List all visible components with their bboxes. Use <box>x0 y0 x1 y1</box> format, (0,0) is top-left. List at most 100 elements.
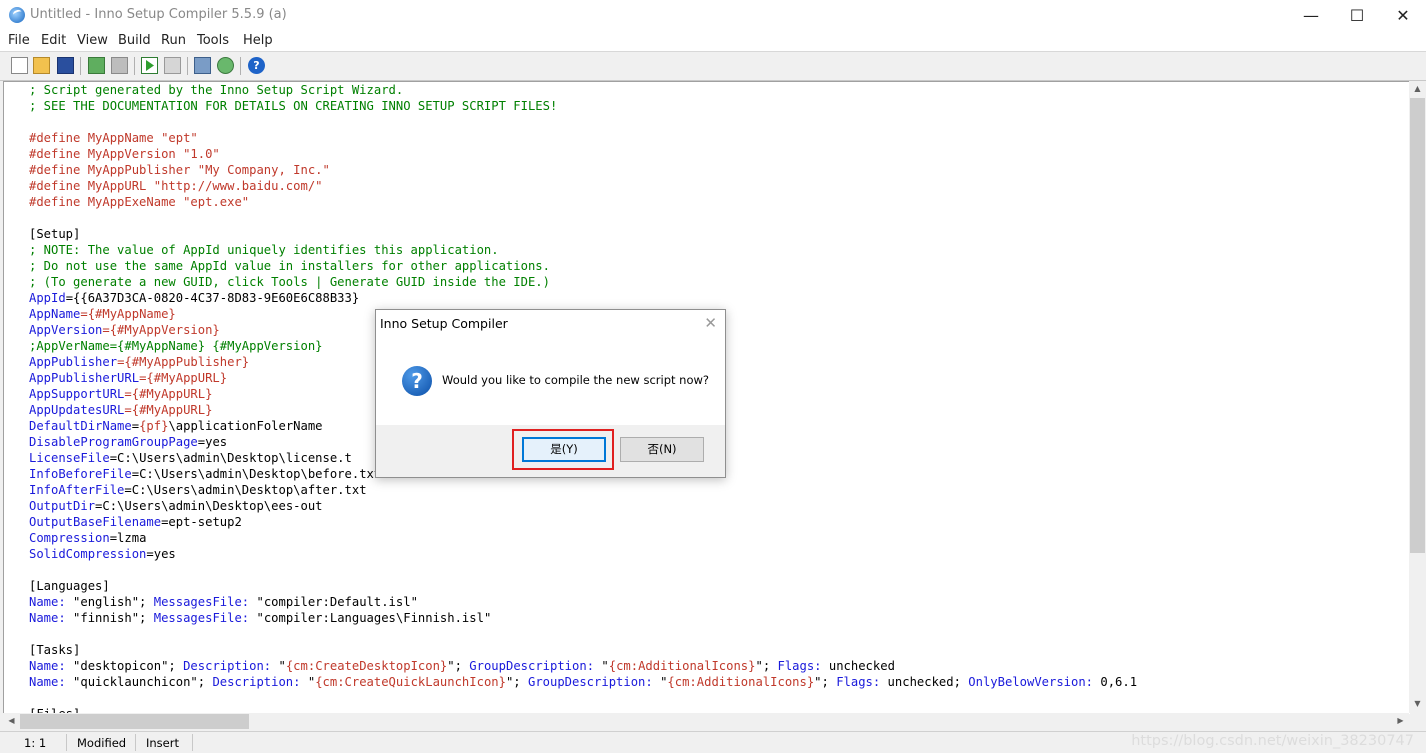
code-token: =C:\Users\admin\Desktop\after.txt <box>124 483 367 497</box>
target-icon[interactable] <box>194 57 211 74</box>
code-token: "finnish"; <box>65 611 154 625</box>
code-token: ; SEE THE DOCUMENTATION FOR DETAILS ON C… <box>29 99 558 113</box>
code-token: [Languages] <box>29 579 110 593</box>
code-token: AppId <box>29 291 66 305</box>
code-line: AppVersion={#MyAppVersion} <box>29 322 220 338</box>
code-token: ;AppVerName={#MyAppName} {#MyAppVersion} <box>29 339 323 353</box>
scroll-up-icon[interactable]: ▲ <box>1409 84 1426 93</box>
code-line: AppUpdatesURL={#MyAppURL} <box>29 402 212 418</box>
code-token: #define MyAppName "ept" <box>29 131 198 145</box>
menu-edit[interactable]: Edit <box>41 33 66 48</box>
status-separator <box>192 734 193 751</box>
code-token: =lzma <box>109 531 147 545</box>
vertical-scrollbar[interactable]: ▲ ▼ <box>1409 81 1426 713</box>
new-file-icon[interactable] <box>11 57 28 74</box>
title-bar: Untitled - Inno Setup Compiler 5.5.9 (a)… <box>0 0 1426 31</box>
code-token: \applicationFolerName <box>168 419 323 433</box>
close-button[interactable]: ✕ <box>1380 0 1426 31</box>
menu-bar: File Edit View Build Run Tools Help <box>0 31 1426 52</box>
code-token: ={#MyAppVersion} <box>102 323 220 337</box>
maximize-button[interactable]: ☐ <box>1334 0 1380 31</box>
code-token: Description: <box>183 659 272 673</box>
code-line: LicenseFile=C:\Users\admin\Desktop\licen… <box>29 450 352 466</box>
code-token: [Tasks] <box>29 643 81 657</box>
code-token: OutputBaseFilename <box>29 515 162 529</box>
minimize-button[interactable]: — <box>1288 0 1334 31</box>
code-token: = <box>131 419 140 433</box>
toolbar-separator <box>80 57 81 75</box>
toolbar-separator <box>187 57 188 75</box>
code-token: Name: <box>29 595 66 609</box>
status-modified: Modified <box>77 736 127 750</box>
pause-icon[interactable] <box>164 57 181 74</box>
scroll-left-icon[interactable]: ◀ <box>3 716 20 725</box>
toolbar: ? <box>0 52 1426 81</box>
code-line: #define MyAppPublisher "My Company, Inc.… <box>29 162 330 178</box>
code-line: #define MyAppURL "http://www.baidu.com/" <box>29 178 323 194</box>
scroll-right-icon[interactable]: ▶ <box>1392 716 1409 725</box>
compile-icon[interactable] <box>88 57 105 74</box>
code-token: {cm:AdditionalIcons} <box>667 675 815 689</box>
code-token: #define MyAppVersion "1.0" <box>29 147 220 161</box>
code-token: ={#MyAppName} <box>80 307 176 321</box>
code-token: Name: <box>29 659 66 673</box>
code-line: SolidCompression=yes <box>29 546 176 562</box>
menu-view[interactable]: View <box>77 33 108 48</box>
code-line: ;AppVerName={#MyAppName} {#MyAppVersion} <box>29 338 323 354</box>
menu-run[interactable]: Run <box>161 33 186 48</box>
code-line: [Setup] <box>29 226 80 242</box>
code-token: OnlyBelowVersion: <box>968 675 1094 689</box>
code-token: ; Script generated by the Inno Setup Scr… <box>29 83 404 97</box>
code-line: ; NOTE: The value of AppId uniquely iden… <box>29 242 499 258</box>
menu-help[interactable]: Help <box>243 33 273 48</box>
dialog-message: Would you like to compile the new script… <box>442 373 709 387</box>
vertical-scroll-thumb[interactable] <box>1410 98 1425 553</box>
save-icon[interactable] <box>57 57 74 74</box>
menu-build[interactable]: Build <box>118 33 151 48</box>
open-folder-icon[interactable] <box>33 57 50 74</box>
code-token: ={#MyAppPublisher} <box>117 355 250 369</box>
code-line: ; (To generate a new GUID, click Tools |… <box>29 274 550 290</box>
code-token: unchecked; <box>880 675 969 689</box>
code-token: Description: <box>212 675 301 689</box>
code-token: InfoAfterFile <box>29 483 125 497</box>
code-token: GroupDescription: <box>527 675 653 689</box>
code-token: OutputDir <box>29 499 96 513</box>
menu-tools[interactable]: Tools <box>197 33 229 48</box>
stop-compile-icon[interactable] <box>111 57 128 74</box>
compile-confirm-dialog: Inno Setup Compiler ✕ ? Would you like t… <box>375 309 726 478</box>
dialog-close-button[interactable]: ✕ <box>704 314 717 332</box>
horizontal-scroll-thumb[interactable] <box>20 714 249 729</box>
refresh-icon[interactable] <box>217 57 234 74</box>
code-token: "; <box>814 675 837 689</box>
scroll-down-icon[interactable]: ▼ <box>1409 699 1426 708</box>
menu-file[interactable]: File <box>8 33 30 48</box>
code-token: " <box>271 659 286 673</box>
code-token: ; Do not use the same AppId value in ins… <box>29 259 550 273</box>
code-token: " <box>300 675 316 689</box>
status-insert-mode: Insert <box>146 736 179 750</box>
help-icon[interactable]: ? <box>248 57 265 74</box>
code-line: DisableProgramGroupPage=yes <box>29 434 227 450</box>
no-button[interactable]: 否(N) <box>620 437 704 462</box>
code-token: "desktopicon"; <box>65 659 184 673</box>
status-separator <box>66 734 67 751</box>
horizontal-scrollbar[interactable]: ◀ ▶ <box>3 713 1409 730</box>
status-cursor-position: 1: 1 <box>24 736 47 750</box>
run-icon[interactable] <box>141 57 158 74</box>
code-token: " <box>652 675 668 689</box>
code-line: #define MyAppName "ept" <box>29 130 198 146</box>
code-token: AppPublisherURL <box>29 371 140 385</box>
code-line: InfoAfterFile=C:\Users\admin\Desktop\aft… <box>29 482 367 498</box>
editor-gutter <box>4 82 24 714</box>
code-line: Compression=lzma <box>29 530 146 546</box>
code-token: MessagesFile: <box>153 611 250 625</box>
code-line: OutputBaseFilename=ept-setup2 <box>29 514 242 530</box>
yes-button[interactable]: 是(Y) <box>522 437 606 462</box>
code-token: {cm:CreateQuickLaunchIcon} <box>315 675 506 689</box>
code-token: "; <box>505 675 528 689</box>
code-token: SolidCompression <box>29 547 147 561</box>
code-token: " <box>594 659 609 673</box>
code-token: {pf} <box>139 419 169 433</box>
code-token: "quicklaunchicon"; <box>65 675 213 689</box>
